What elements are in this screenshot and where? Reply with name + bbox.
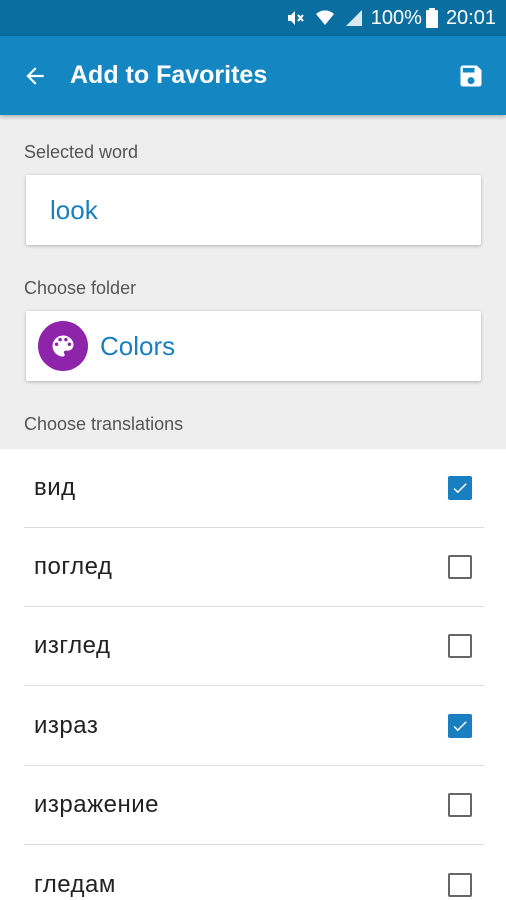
list-item[interactable]: израз [24,687,484,766]
translation-text: поглед [34,553,113,580]
check-icon [453,721,467,732]
clock: 20:01 [445,6,496,29]
folder-selector[interactable]: Colors [26,311,481,381]
checkbox-unchecked[interactable] [448,555,472,579]
battery-icon [425,8,438,28]
translation-text: изглед [34,632,111,659]
save-button[interactable] [436,36,506,115]
list-item[interactable]: изражение [24,766,484,845]
selected-word-label: Selected word [24,142,139,162]
list-item[interactable]: поглед [24,528,484,607]
checkbox-unchecked[interactable] [448,872,472,897]
selected-word-field[interactable]: look [26,175,481,245]
folder-name: Colors [100,330,176,361]
checkbox-unchecked[interactable] [448,793,472,817]
choose-folder-label: Choose folder [24,278,137,298]
arrow-back-icon [26,66,44,85]
palette-icon [38,321,88,371]
checkbox-checked[interactable] [448,476,472,500]
wifi-icon [315,8,335,28]
list-item[interactable]: изглед [24,607,484,686]
translation-text: израз [34,712,99,739]
page-title: Add to Favorites [70,61,268,89]
translations-list: вид поглед изглед израз изражение гледам [0,449,506,900]
list-item[interactable]: гледам [24,845,484,900]
choose-translations-label: Choose translations [24,414,184,434]
back-button[interactable] [0,36,70,115]
selected-word-value: look [50,194,98,225]
checkbox-checked[interactable] [448,714,472,738]
save-icon [460,65,482,86]
translation-text: изражение [34,791,160,818]
status-bar: 100% 20:01 [0,0,506,36]
list-item[interactable]: вид [24,449,484,528]
app-bar: Add to Favorites [0,36,506,115]
battery-percent: 100% [370,6,422,29]
mute-icon [285,8,305,28]
check-icon [453,483,467,494]
translation-text: гледам [34,870,116,898]
signal-icon [345,9,363,27]
checkbox-unchecked[interactable] [448,634,472,658]
translation-text: вид [34,474,76,501]
